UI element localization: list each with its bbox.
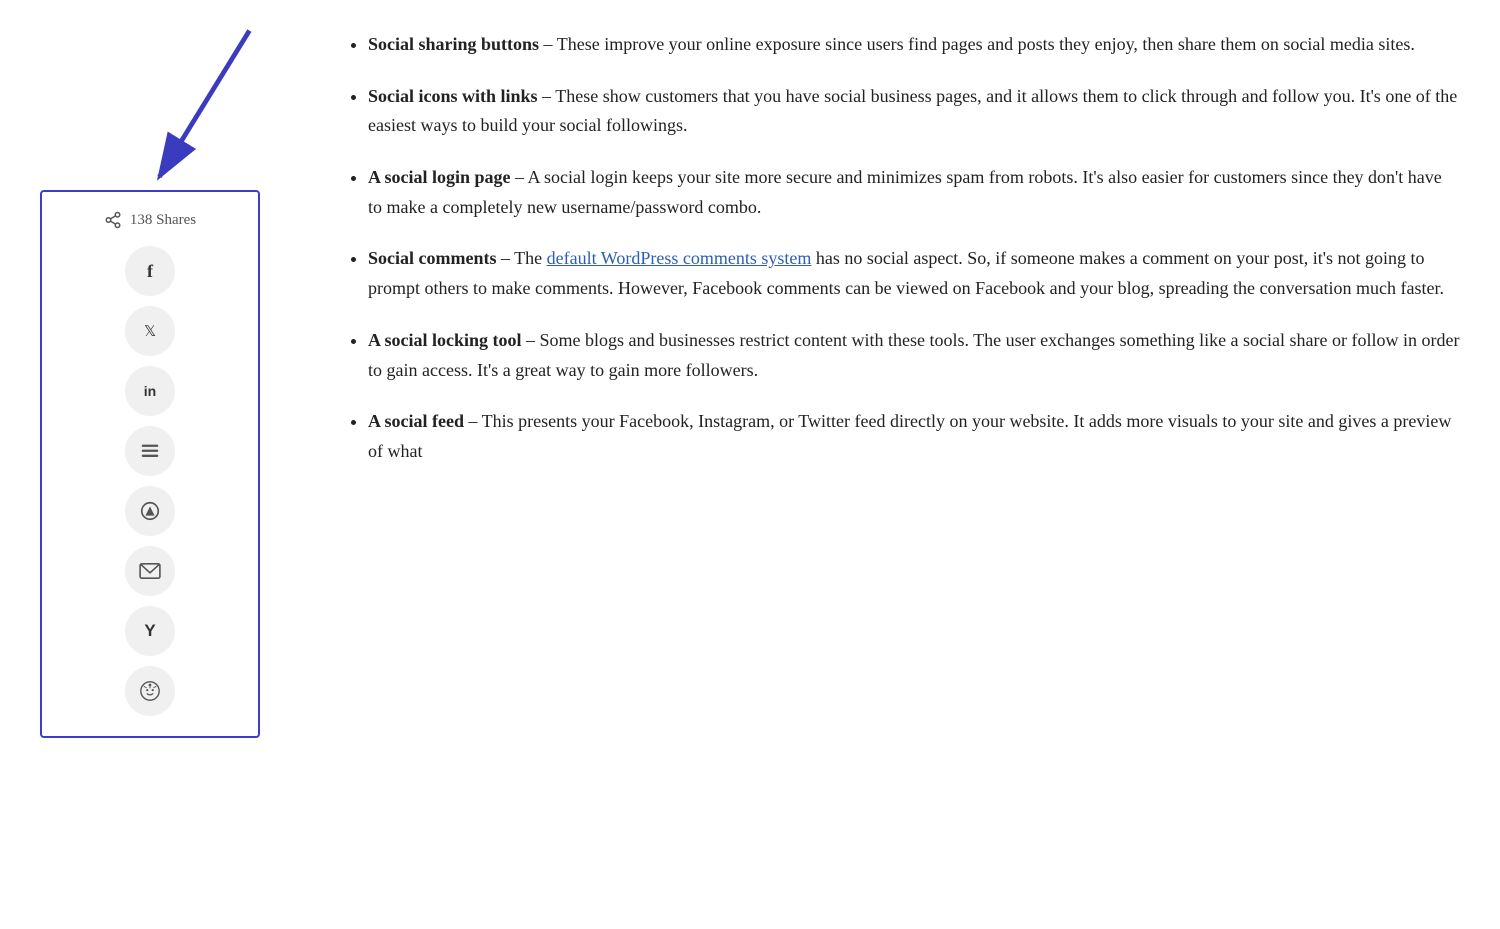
- email-icon: [139, 562, 161, 580]
- item-text-social-locking: – Some blogs and businesses restrict con…: [368, 330, 1459, 380]
- item-text-social-feed: – This presents your Facebook, Instagram…: [368, 411, 1451, 461]
- reddit-icon: [139, 680, 161, 702]
- social-buttons-list: f 𝕏 in: [62, 246, 238, 716]
- item-text-social-login: – A social login keeps your site more se…: [368, 167, 1442, 217]
- share-count-label: 138 Shares: [130, 208, 196, 232]
- share-widget: 138 Shares f 𝕏 in: [40, 190, 260, 738]
- facebook-share-button[interactable]: f: [125, 246, 175, 296]
- email-share-button[interactable]: [125, 546, 175, 596]
- buffer-share-button[interactable]: [125, 426, 175, 476]
- content-area: Social sharing buttons – These improve y…: [340, 30, 1460, 738]
- list-item-social-feed: A social feed – This presents your Faceb…: [368, 407, 1460, 466]
- list-item-social-comments: Social comments – The default WordPress …: [368, 244, 1460, 303]
- arrow-container: [60, 20, 280, 200]
- list-item-social-login: A social login page – A social login kee…: [368, 163, 1460, 222]
- share-count-row: 138 Shares: [104, 208, 196, 232]
- item-text-social-sharing: – These improve your online exposure sin…: [539, 34, 1415, 54]
- item-bold-social-login: A social login page: [368, 167, 511, 187]
- twitter-share-button[interactable]: 𝕏: [125, 306, 175, 356]
- yummly-share-button[interactable]: Y: [125, 606, 175, 656]
- share-widget-wrapper: 138 Shares f 𝕏 in: [40, 190, 300, 738]
- wordpress-comments-link[interactable]: default WordPress comments system: [547, 248, 812, 268]
- item-bold-social-locking: A social locking tool: [368, 330, 522, 350]
- share-count-icon: [104, 211, 122, 229]
- list-item-social-locking: A social locking tool – Some blogs and b…: [368, 326, 1460, 385]
- list-item-social-icons-links: Social icons with links – These show cus…: [368, 82, 1460, 141]
- instapaper-icon: [139, 500, 161, 522]
- item-bold-social-comments: Social comments: [368, 248, 496, 268]
- content-list: Social sharing buttons – These improve y…: [340, 30, 1460, 467]
- page-container: 138 Shares f 𝕏 in: [0, 0, 1500, 768]
- item-text-before-link: – The: [496, 248, 546, 268]
- instapaper-share-button[interactable]: [125, 486, 175, 536]
- item-bold-social-sharing: Social sharing buttons: [368, 34, 539, 54]
- arrow-icon: [60, 20, 280, 200]
- reddit-share-button[interactable]: [125, 666, 175, 716]
- linkedin-share-button[interactable]: in: [125, 366, 175, 416]
- buffer-icon: [139, 440, 161, 462]
- item-bold-social-feed: A social feed: [368, 411, 464, 431]
- list-item-social-sharing-buttons: Social sharing buttons – These improve y…: [368, 30, 1460, 60]
- item-bold-social-icons: Social icons with links: [368, 86, 538, 106]
